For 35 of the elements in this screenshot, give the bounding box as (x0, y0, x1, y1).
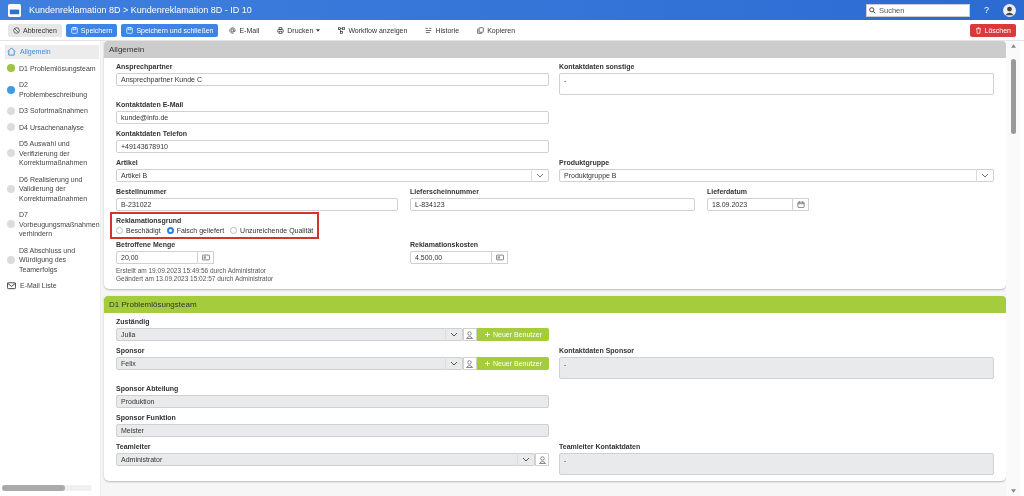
workflow-icon (338, 26, 346, 34)
calendar-button[interactable] (793, 198, 809, 211)
search-icon (869, 6, 876, 14)
scroll-down-icon (1010, 489, 1016, 493)
plus-icon (484, 361, 490, 366)
trash-icon (974, 26, 982, 34)
mail-icon (7, 281, 16, 291)
home-icon (7, 47, 16, 57)
keypad-icon (495, 254, 504, 261)
scroll-up-icon (1010, 44, 1016, 48)
section-title: Allgemein (109, 45, 145, 54)
help-link[interactable]: ? (978, 5, 995, 15)
keypad-icon (201, 254, 210, 261)
cancel-icon (13, 26, 20, 34)
at-icon (229, 26, 237, 34)
list-icon (425, 26, 433, 34)
printer-icon (277, 26, 285, 34)
person-icon (538, 455, 546, 464)
plus-icon (484, 332, 490, 337)
avatar-icon[interactable] (1003, 3, 1016, 17)
app-logo-icon (8, 3, 21, 17)
save-icon (126, 26, 134, 34)
save-icon (70, 26, 78, 34)
caret-icon (316, 28, 321, 32)
person-icon (466, 330, 474, 339)
calculator-button[interactable] (492, 251, 508, 264)
window-title: Kundenreklamation 8D > Kundenreklamation 8D - ID 10 (29, 5, 253, 15)
user-button[interactable] (535, 453, 549, 466)
calendar-icon (796, 201, 805, 208)
section-title: D1 Problemlösungsteam (109, 300, 197, 309)
person-icon (466, 359, 474, 368)
copy-icon (477, 26, 485, 34)
vertical-scrollbar[interactable] (1006, 41, 1020, 496)
horizontal-scrollbar[interactable] (2, 485, 92, 491)
calculator-button[interactable] (198, 251, 214, 264)
